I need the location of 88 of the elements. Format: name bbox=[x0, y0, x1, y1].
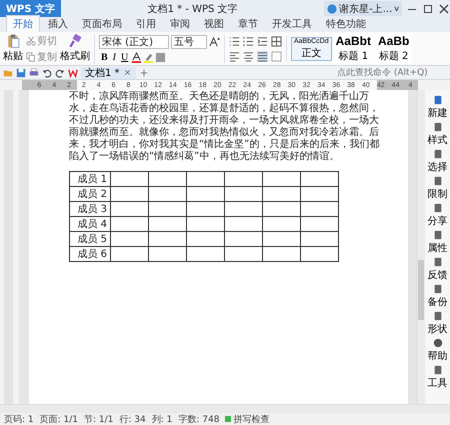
sidebar-item[interactable]: 属性 bbox=[428, 229, 448, 255]
body-paragraph: 不时，凉风阵雨骤然而至。天色还是晴朗的，无风，阳光洒遍千山万水，走在鸟语花香的校园里，还算是舒适的，起码不算很热，忽然间，不过几秒的功夫，还没来得及打开雨伞，一场大风就席卷全校，一场大雨就骤然而至。就像你，忽而对我热情似火，又忽而对我冷若冰霜。后来，我才明白，你对我其实是“情比金坚”的，只是后来的后来，我们都陷入了一场错误的“情感纠葛”中，再也无法续写美好的情谊。 bbox=[69, 90, 380, 163]
format-button[interactable]: I bbox=[110, 52, 118, 62]
format-button[interactable]: U bbox=[119, 52, 130, 62]
ribbon-tab[interactable]: 开始 bbox=[6, 15, 40, 32]
document-icon bbox=[432, 176, 442, 186]
app-menu-button[interactable]: WPS 文字 bbox=[0, 0, 62, 17]
document-icon bbox=[432, 284, 442, 294]
font-size-dropdown[interactable]: 五号 bbox=[171, 34, 207, 48]
numbered-list-icon[interactable] bbox=[243, 36, 254, 46]
print-icon[interactable] bbox=[29, 68, 39, 78]
close-icon[interactable] bbox=[438, 2, 450, 14]
brush-icon bbox=[68, 34, 82, 48]
horizontal-scrollbar[interactable] bbox=[0, 404, 450, 413]
user-account[interactable]: 谢东星-上... v bbox=[324, 1, 402, 16]
ribbon-tab[interactable]: 视图 bbox=[198, 16, 230, 32]
close-icon[interactable] bbox=[122, 68, 132, 77]
ribbon-tab[interactable]: 开发工具 bbox=[266, 16, 318, 32]
table-cell: 成员 2 bbox=[70, 186, 110, 202]
grow-font-icon[interactable] bbox=[209, 36, 220, 47]
font-color-icon[interactable] bbox=[131, 52, 142, 62]
save-icon[interactable] bbox=[16, 68, 26, 78]
table-cell: 成员 4 bbox=[70, 216, 110, 232]
undo-icon[interactable] bbox=[42, 68, 52, 78]
shading-icon[interactable] bbox=[155, 52, 166, 62]
document-icon bbox=[432, 122, 442, 132]
sidebar-item[interactable]: 样式 bbox=[428, 121, 448, 147]
sidebar-item[interactable]: 备份 bbox=[428, 283, 448, 309]
spell-check-toggle[interactable]: 拼写检查 bbox=[225, 412, 270, 425]
ribbon-tab[interactable]: 审阅 bbox=[164, 16, 196, 32]
sidebar-item[interactable]: 帮助 bbox=[428, 337, 448, 363]
ribbon-tab[interactable]: 特色功能 bbox=[320, 16, 372, 32]
copy-icon bbox=[26, 52, 36, 62]
copy-button[interactable]: 复制 bbox=[26, 50, 57, 64]
document-icon bbox=[432, 310, 442, 320]
format-painter-button[interactable]: 格式刷 bbox=[60, 34, 90, 63]
table-cell: 成员 3 bbox=[70, 202, 110, 216]
new-tab-icon[interactable] bbox=[138, 68, 149, 78]
sidebar-item[interactable]: 新建 bbox=[428, 94, 448, 120]
sidebar-item[interactable]: 形状 bbox=[428, 310, 448, 336]
sidebar-item[interactable]: 反馈 bbox=[428, 256, 448, 282]
status-item: 页面: 1/1 bbox=[40, 414, 78, 425]
document-icon bbox=[432, 148, 442, 158]
document-icon bbox=[432, 256, 442, 266]
document-icon bbox=[432, 230, 442, 240]
document-icon bbox=[432, 364, 442, 374]
format-button[interactable]: B bbox=[99, 52, 110, 62]
vertical-scrollbar[interactable] bbox=[416, 90, 425, 404]
maximize-icon[interactable] bbox=[422, 2, 434, 14]
bullet-list-icon[interactable] bbox=[229, 36, 240, 46]
font-family-dropdown[interactable]: 宋体 (正文) bbox=[99, 34, 169, 48]
sidebar-item[interactable]: 选择 bbox=[428, 148, 448, 174]
sidebar-item[interactable]: 工具 bbox=[428, 364, 448, 390]
sidebar-item[interactable]: 限制 bbox=[428, 175, 448, 201]
document-tab[interactable]: 文档1 * bbox=[81, 66, 136, 78]
document-icon bbox=[432, 202, 442, 212]
paste-button[interactable]: 粘贴 bbox=[3, 34, 23, 63]
ribbon-tab[interactable]: 章节 bbox=[232, 16, 264, 32]
wps-logo-icon[interactable] bbox=[68, 68, 78, 78]
borders-icon[interactable] bbox=[271, 50, 282, 62]
ribbon-tab[interactable]: 页面布局 bbox=[76, 16, 128, 32]
justify-icon[interactable] bbox=[257, 50, 268, 62]
scissors-icon bbox=[26, 36, 36, 46]
redo-icon[interactable] bbox=[55, 68, 65, 78]
table-icon[interactable] bbox=[271, 36, 282, 46]
table-cell: 成员 5 bbox=[70, 232, 110, 246]
ribbon-tab[interactable]: 引用 bbox=[130, 16, 162, 32]
caret-icon: v bbox=[394, 4, 399, 13]
status-item: 字数: 748 bbox=[178, 414, 220, 425]
align-left-icon[interactable] bbox=[229, 50, 240, 62]
align-center-icon[interactable] bbox=[243, 50, 254, 62]
indent-icon[interactable] bbox=[257, 36, 268, 46]
avatar-icon bbox=[327, 4, 338, 14]
style-preset[interactable]: AaBb 标题 2 bbox=[374, 33, 412, 64]
status-item: 节: 1/1 bbox=[84, 414, 114, 425]
style-preset[interactable]: AaBbt 标题 1 bbox=[332, 33, 374, 64]
table-cell: 成员 1 bbox=[70, 172, 110, 186]
table-cell: 成员 6 bbox=[70, 246, 110, 262]
cut-button[interactable]: 剪切 bbox=[26, 34, 57, 48]
status-item: 行: 34 bbox=[119, 414, 146, 425]
help-icon bbox=[432, 338, 442, 348]
ribbon-tab[interactable]: 插入 bbox=[42, 16, 74, 32]
window-title: 文档1 * - WPS 文字 bbox=[146, 2, 239, 16]
sidebar-item[interactable]: 分享 bbox=[428, 202, 448, 228]
status-item: 列: 1 bbox=[152, 414, 172, 425]
status-item: 页码: 1 bbox=[4, 414, 34, 425]
document-icon bbox=[432, 94, 442, 104]
user-name: 谢东星-上... bbox=[339, 2, 392, 16]
